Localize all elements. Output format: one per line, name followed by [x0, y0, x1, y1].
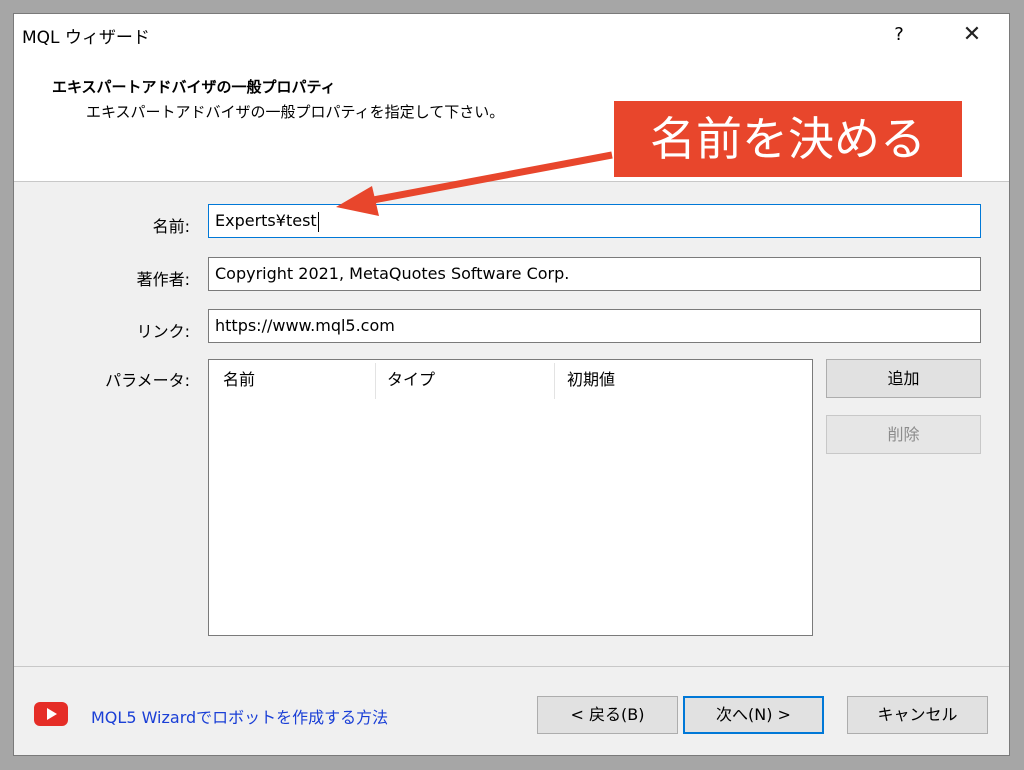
name-label: 名前:: [152, 217, 190, 236]
next-button[interactable]: 次へ(N) >: [683, 696, 824, 734]
link-label: リンク:: [136, 322, 190, 341]
help-button[interactable]: ?: [882, 18, 916, 52]
page-title: エキスパートアドバイザの一般プロパティ: [52, 78, 336, 96]
wizard-help-link[interactable]: MQL5 Wizardでロボットを作成する方法: [91, 704, 388, 728]
close-button[interactable]: ✕: [952, 18, 992, 52]
params-label: パラメータ:: [105, 371, 190, 390]
wizard-header: エキスパートアドバイザの一般プロパティ エキスパートアドバイザの一般プロパティを…: [14, 56, 1009, 182]
link-input[interactable]: https://www.mql5.com: [208, 309, 981, 343]
annotation-callout: 名前を決める: [614, 101, 962, 177]
youtube-icon[interactable]: [34, 702, 68, 726]
delete-button[interactable]: 削除: [826, 415, 981, 454]
cancel-button[interactable]: キャンセル: [847, 696, 988, 734]
column-header-name[interactable]: 名前: [209, 360, 374, 400]
author-label: 著作者:: [136, 270, 190, 289]
column-header-default[interactable]: 初期値: [553, 360, 811, 400]
column-header-type[interactable]: タイプ: [373, 360, 553, 400]
name-input[interactable]: Experts¥test: [208, 204, 981, 238]
title-bar: MQL ウィザード ? ✕: [14, 14, 1009, 56]
footer-divider: [14, 666, 1009, 667]
back-button[interactable]: < 戻る(B): [537, 696, 678, 734]
name-input-value: Experts¥test: [215, 211, 317, 230]
text-caret: [317, 211, 319, 232]
window-title: MQL ウィザード: [22, 28, 150, 48]
author-input[interactable]: Copyright 2021, MetaQuotes Software Corp…: [208, 257, 981, 291]
mql-wizard-dialog: MQL ウィザード ? ✕ エキスパートアドバイザの一般プロパティ エキスパート…: [13, 13, 1010, 756]
page-subtitle: エキスパートアドバイザの一般プロパティを指定して下さい。: [86, 103, 505, 121]
add-button[interactable]: 追加: [826, 359, 981, 398]
params-table[interactable]: 名前 タイプ 初期値: [208, 359, 813, 636]
